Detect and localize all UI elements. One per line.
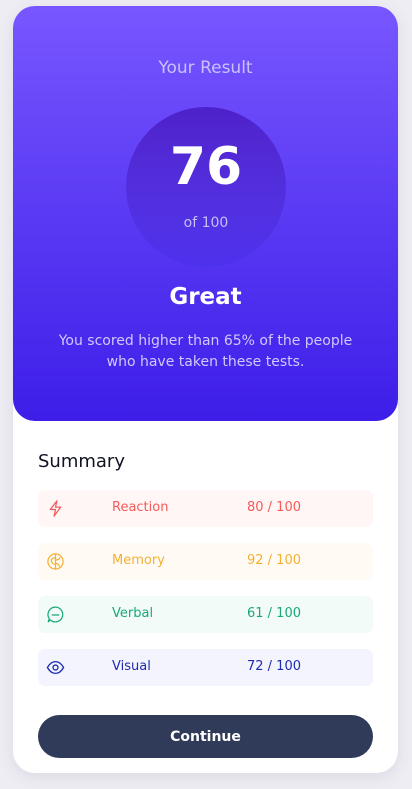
score-value: 76	[169, 137, 243, 197]
summary-score: 72 / 100	[247, 659, 301, 674]
rating-label: Great	[169, 284, 242, 310]
score-total: of 100	[183, 215, 229, 231]
result-panel: Your Result 76 of 100 Great You scored h…	[13, 6, 398, 421]
score-circle: 76 of 100	[126, 107, 286, 267]
result-title: Your Result	[158, 58, 253, 78]
summary-label: Reaction	[112, 500, 169, 515]
summary-label: Verbal	[112, 606, 154, 621]
summary-row-verbal: Verbal 61 / 100	[38, 596, 373, 633]
summary-row-visual: Visual 72 / 100	[38, 649, 373, 686]
summary-label: Memory	[112, 553, 165, 568]
summary-title: Summary	[38, 451, 125, 472]
summary-row-memory: Memory 92 / 100	[38, 543, 373, 580]
results-card: Your Result 76 of 100 Great You scored h…	[13, 6, 398, 773]
eye-icon	[46, 658, 65, 677]
summary-score: 61 / 100	[247, 606, 301, 621]
continue-button[interactable]: Continue	[38, 715, 373, 758]
brain-icon	[46, 552, 65, 571]
lightning-icon	[46, 499, 65, 518]
chat-bubble-icon	[46, 605, 65, 624]
summary-score: 80 / 100	[247, 500, 301, 515]
result-message: You scored higher than 65% of the people…	[58, 333, 353, 370]
summary-label: Visual	[112, 659, 151, 674]
summary-score: 92 / 100	[247, 553, 301, 568]
summary-row-reaction: Reaction 80 / 100	[38, 490, 373, 527]
